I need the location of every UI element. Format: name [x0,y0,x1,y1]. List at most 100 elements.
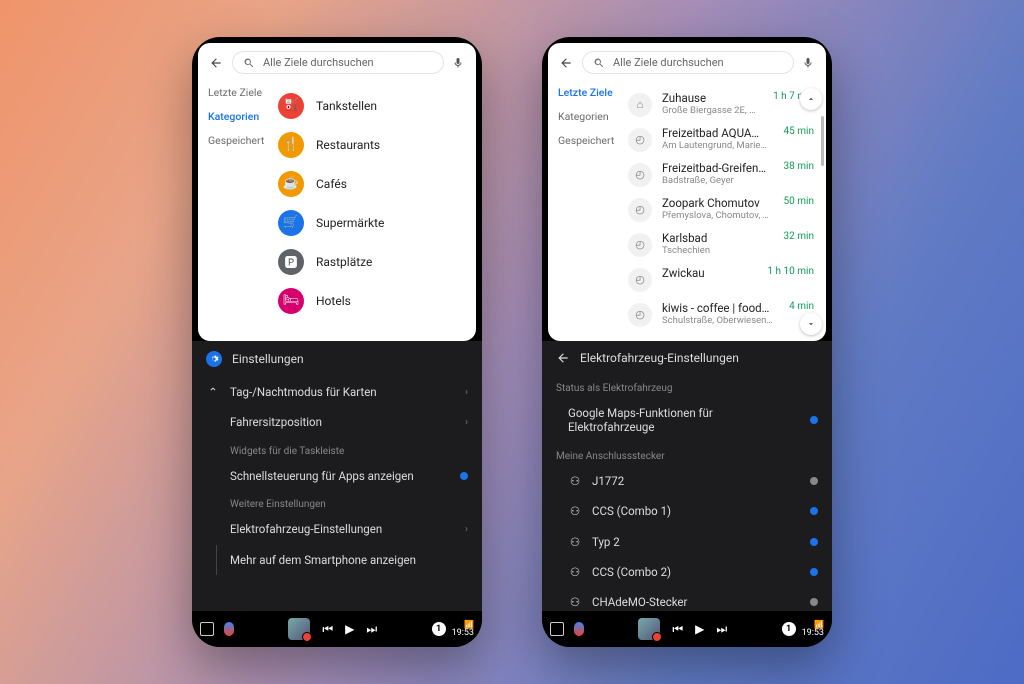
destination-item[interactable]: ◴ Zwickau 1 h 10 min [626,261,820,296]
clock-icon: ◴ [628,268,652,292]
tab-column: Letzte Ziele Kategorien Gespeichert [198,82,272,341]
gear-icon [206,351,222,367]
assistant-icon[interactable] [224,622,234,636]
search-icon [243,57,255,69]
category-item[interactable]: 🛒 Supermärkte [276,203,470,242]
category-label: Tankstellen [316,99,377,113]
plug-list: ⚇ J1772 ⚇ CCS (Combo 1) ⚇ Typ 2 ⚇ CCS (C… [556,466,818,611]
tab-recent[interactable]: Letzte Ziele [558,86,622,99]
android-auto-navbar: ⏮ ▶ ⏭ 1 📶 19:53 [192,611,482,647]
clock-icon: ◴ [628,198,652,222]
prev-track-icon[interactable]: ⏮ [672,622,683,637]
back-icon[interactable] [556,351,570,365]
tab-saved[interactable]: Gespeichert [208,134,272,147]
category-item[interactable]: ☕ Cafés [276,164,470,203]
tab-categories[interactable]: Kategorien [208,110,272,123]
destination-eta: 32 min [780,231,818,242]
plug-row[interactable]: ⚇ CCS (Combo 2) [556,557,818,587]
mic-icon[interactable] [802,56,816,70]
assistant-icon[interactable] [574,622,584,636]
destination-item[interactable]: ⌂ Zuhause Große Biergasse 2E, 08056 Z… 1… [626,86,820,121]
destination-item[interactable]: ◴ Freizeitbad AQUA… Am Lautengrund, Mari… [626,121,820,156]
destination-item[interactable]: ◴ Zoopark Chomutov Přemyslova, Chomutov,… [626,191,820,226]
row-more-phone[interactable]: Mehr auf dem Smartphone anzeigen [206,545,468,575]
phone-left: Alle Ziele durchsuchen Letzte Ziele Kate… [192,37,482,647]
tab-recent[interactable]: Letzte Ziele [208,86,272,99]
notification-badge[interactable]: 1 [432,622,446,636]
toggle-dot-on [810,507,818,515]
play-icon[interactable]: ▶ [695,622,704,636]
app-grid-icon[interactable] [200,622,214,636]
plug-label: J1772 [592,474,800,488]
notification-badge[interactable]: 1 [782,622,796,636]
destination-title: Freizeitbad AQUA… [662,126,770,140]
destination-item[interactable]: ◴ kiwis - coffee | food… Schulstraße, Ob… [626,296,820,331]
toggle-dot-on [810,538,818,546]
search-input[interactable]: Alle Ziele durchsuchen [582,51,794,74]
plug-icon: ⚇ [568,595,582,609]
destination-title: Zoopark Chomutov [662,196,770,210]
scroll-down-button[interactable] [800,313,822,335]
next-track-icon[interactable]: ⏭ [366,622,377,637]
home-icon: ⌂ [628,93,652,117]
row-ev-functions[interactable]: Google Maps-Funktionen für Elektrofahrze… [556,398,818,443]
row-daynight[interactable]: ⌃ Tag-/Nachtmodus für Karten › [206,377,468,407]
prev-track-icon[interactable]: ⏮ [322,622,333,637]
destination-item[interactable]: ◴ Freizeitbad-Greifen… Badstraße, Geyer … [626,156,820,191]
play-icon[interactable]: ▶ [345,622,354,636]
toggle-dot-on [810,416,818,424]
tabs-and-list: Letzte Ziele Kategorien Gespeichert ⌂ Zu… [548,82,826,341]
category-icon: 🅿 [278,249,304,275]
clock-icon: ◴ [628,128,652,152]
back-icon[interactable] [208,55,224,71]
destination-title: Freizeitbad-Greifen… [662,161,770,175]
destination-title: Zwickau [662,266,753,280]
plug-label: CHAdeMO-Stecker [592,595,800,609]
next-track-icon[interactable]: ⏭ [716,622,727,637]
category-icon: 🍴 [278,132,304,158]
chevron-right-icon: › [465,387,468,398]
plug-icon: ⚇ [568,535,582,549]
tab-column: Letzte Ziele Kategorien Gespeichert [548,82,622,341]
plug-icon: ⚇ [568,474,582,488]
toggle-dot-on [460,472,468,480]
plug-row[interactable]: ⚇ CCS (Combo 1) [556,496,818,526]
destination-subtitle: Schulstraße, Oberwiesenthal [662,315,775,326]
scroll-up-button[interactable] [800,88,822,110]
search-icon [593,57,605,69]
category-item[interactable]: 🅿 Rastplätze [276,242,470,281]
tab-saved[interactable]: Gespeichert [558,134,622,147]
panel-title: Einstellungen [232,352,304,366]
destination-subtitle: Badstraße, Geyer [662,175,770,186]
media-album-icon[interactable] [638,618,660,640]
destination-subtitle: Am Lautengrund, Marienberg [662,140,770,151]
category-item[interactable]: 🛏 Hotels [276,281,470,320]
destination-item[interactable]: ◴ Karlsbad Tschechien 32 min [626,226,820,261]
phone-right: Alle Ziele durchsuchen Letzte Ziele Kate… [542,37,832,647]
row-ev-settings[interactable]: Elektrofahrzeug-Einstellungen › [206,514,468,544]
search-input[interactable]: Alle Ziele durchsuchen [232,51,444,74]
row-quickcontrol[interactable]: Schnellsteuerung für Apps anzeigen [206,461,468,491]
ev-settings-panel: Elektrofahrzeug-Einstellungen Status als… [542,341,832,611]
plug-row[interactable]: ⚇ J1772 [556,466,818,496]
plug-row[interactable]: ⚇ CHAdeMO-Stecker [556,587,818,611]
media-album-icon[interactable] [288,618,310,640]
tab-categories[interactable]: Kategorien [558,110,622,123]
plug-row[interactable]: ⚇ Typ 2 [556,527,818,557]
category-item[interactable]: 🍴 Restaurants [276,125,470,164]
row-seat[interactable]: Fahrersitzposition › [206,407,468,437]
section-status: Status als Elektrofahrzeug [556,375,818,398]
clock-icon: ◴ [628,233,652,257]
category-list: ⛽ Tankstellen🍴 Restaurants☕ Cafés🛒 Super… [272,82,476,341]
back-icon[interactable] [558,55,574,71]
toggle-dot-off [810,598,818,606]
toggle-dot-off [810,477,818,485]
plug-icon: ⚇ [568,565,582,579]
app-grid-icon[interactable] [550,622,564,636]
search-bar: Alle Ziele durchsuchen [198,43,476,82]
mic-icon[interactable] [452,56,466,70]
chevron-right-icon: › [465,417,468,428]
scrollbar[interactable] [821,116,824,307]
category-item[interactable]: ⛽ Tankstellen [276,86,470,125]
destination-title: Karlsbad [662,231,770,245]
